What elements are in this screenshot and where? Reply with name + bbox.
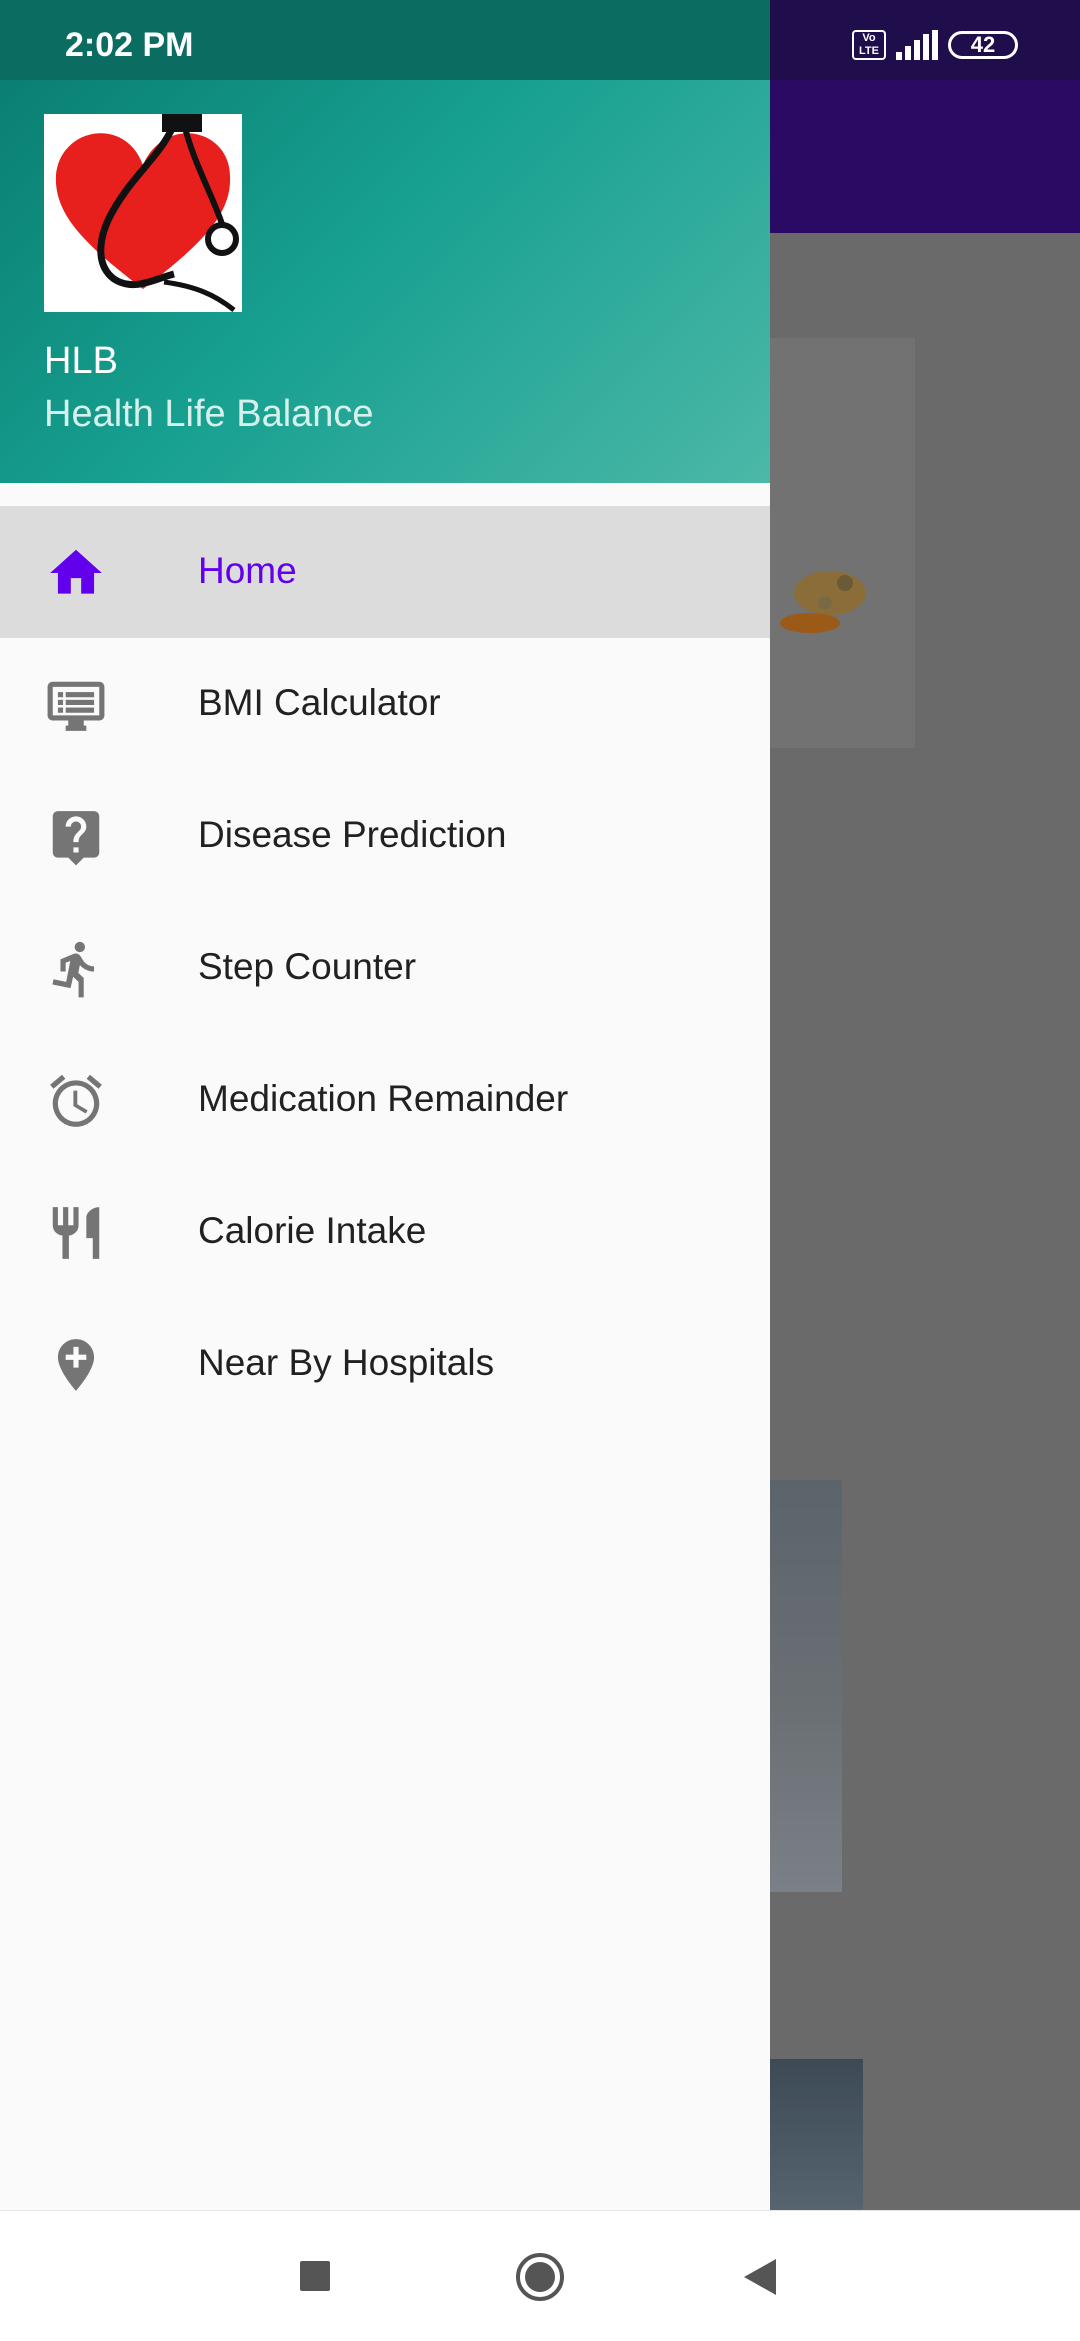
home-icon [50, 549, 102, 594]
background-image-sky [770, 2059, 863, 2210]
drawer-header: HLB Health Life Balance [0, 80, 770, 483]
status-time: 2:02 PM [65, 26, 194, 64]
question-icon [52, 811, 100, 866]
menu-item-label: Near By Hospitals [198, 1342, 495, 1383]
background-card [760, 338, 915, 748]
menu-item-label: Disease Prediction [198, 814, 507, 855]
menu-item-home[interactable]: Home [0, 506, 770, 638]
menu-item-calorie-intake[interactable]: Calorie Intake [0, 1166, 770, 1298]
menu-item-near-by-hospitals[interactable]: Near By Hospitals [0, 1298, 770, 1430]
background-image-lake [770, 1480, 842, 1892]
app-logo [44, 114, 242, 312]
home-button[interactable] [514, 2251, 566, 2303]
menu-item-label: Home [198, 550, 297, 591]
menu-item-label: Step Counter [198, 946, 417, 987]
menu-item-label: Medication Remainder [198, 1078, 569, 1119]
menu-item-bmi-calculator[interactable]: BMI Calculator [0, 638, 770, 770]
location-plus-icon [57, 1339, 95, 1391]
running-icon [52, 941, 95, 998]
signal-icon [896, 30, 938, 60]
battery-icon: 42 [948, 31, 1018, 59]
menu-item-step-counter[interactable]: Step Counter [0, 902, 770, 1034]
restaurant-icon [52, 1207, 100, 1259]
back-button[interactable] [740, 2255, 780, 2299]
navigation-drawer: HLB Health Life Balance Home BMI Calcula… [0, 0, 770, 2210]
drawer-app-name: HLB [44, 340, 118, 382]
spice-image [780, 571, 866, 633]
alarm-icon [50, 1074, 102, 1127]
drawer-app-subtitle: Health Life Balance [44, 393, 374, 435]
menu-item-disease-prediction[interactable]: Disease Prediction [0, 770, 770, 902]
system-navigation-bar [0, 2210, 1080, 2341]
heart-stethoscope-icon [55, 114, 239, 312]
list-screen-icon [47, 681, 105, 731]
status-bar: 2:02 PM Vo LTE 42 [0, 0, 1080, 80]
menu-item-medication-remainder[interactable]: Medication Remainder [0, 1034, 770, 1166]
recents-button[interactable] [298, 2259, 332, 2293]
menu-item-label: Calorie Intake [198, 1210, 427, 1251]
drawer-menu: Home BMI Calculator Disease Prediction S… [0, 506, 770, 1430]
volte-icon: Vo LTE [852, 30, 886, 60]
menu-item-label: BMI Calculator [198, 682, 441, 723]
